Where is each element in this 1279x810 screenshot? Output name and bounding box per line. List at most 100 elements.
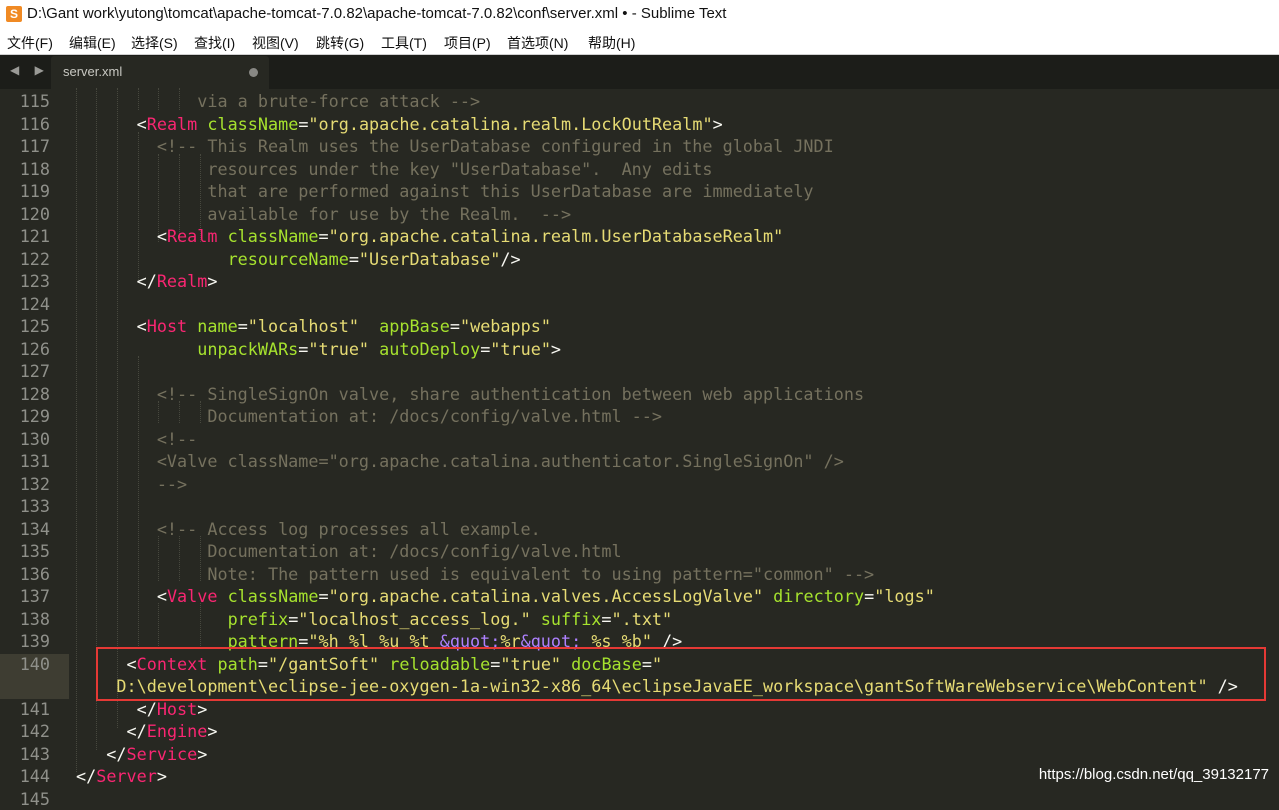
code-line[interactable]: 122 resourceName="UserDatabase"/>	[0, 248, 1279, 270]
line-number[interactable]: 130	[0, 428, 50, 450]
code-line[interactable]: 137 <Valve className="org.apache.catalin…	[0, 585, 1279, 607]
code-line[interactable]: 133	[0, 495, 1279, 517]
line-number[interactable]: 143	[0, 743, 50, 765]
code-line[interactable]: 132 -->	[0, 473, 1279, 495]
code-token: "webapps"	[460, 316, 551, 336]
code-line[interactable]: 127	[0, 360, 1279, 382]
line-number[interactable]: 121	[0, 225, 50, 247]
line-number[interactable]: 142	[0, 720, 50, 742]
line-number[interactable]: 120	[0, 203, 50, 225]
line-number[interactable]: 137	[0, 585, 50, 607]
line-number[interactable]: 125	[0, 315, 50, 337]
code-token: =	[449, 316, 460, 336]
code-line[interactable]: 120 available for use by the Realm. -->	[0, 203, 1279, 225]
code-token: <	[76, 316, 147, 336]
code-line[interactable]: 116 <Realm className="org.apache.catalin…	[0, 113, 1279, 135]
code-line[interactable]: 135 Documentation at: /docs/config/valve…	[0, 540, 1279, 562]
menu-project[interactable]: 项目(P)	[444, 33, 491, 53]
menu-preferences[interactable]: 首选项(N)	[507, 33, 568, 53]
code-line[interactable]: 121 <Realm className="org.apache.catalin…	[0, 225, 1279, 247]
menu-goto[interactable]: 跳转(G)	[316, 33, 364, 53]
line-code: -->	[76, 473, 187, 495]
code-line[interactable]: 143 </Service>	[0, 743, 1279, 765]
line-code: <Realm className="org.apache.catalina.re…	[76, 113, 723, 135]
code-line[interactable]: 136 Note: The pattern used is equivalent…	[0, 563, 1279, 585]
line-number[interactable]: 116	[0, 113, 50, 135]
line-number[interactable]: 139	[0, 630, 50, 652]
code-line[interactable]: 124	[0, 293, 1279, 315]
code-line[interactable]: 129 Documentation at: /docs/config/valve…	[0, 405, 1279, 427]
line-code: Note: The pattern used is equivalent to …	[76, 563, 874, 585]
unsaved-dot-icon[interactable]	[249, 68, 258, 77]
code-token: >	[197, 743, 208, 764]
line-number[interactable]: 128	[0, 383, 50, 405]
code-line[interactable]: 115 via a brute-force attack -->	[0, 90, 1279, 112]
tab-server-xml[interactable]: server.xml	[51, 56, 269, 89]
line-number[interactable]: 123	[0, 270, 50, 292]
menu-view[interactable]: 视图(V)	[252, 33, 299, 53]
line-number[interactable]: 133	[0, 495, 50, 517]
line-number[interactable]: 140	[0, 653, 50, 675]
tab-nav-arrows-icon[interactable]: ◀ ▶	[10, 63, 50, 77]
code-line[interactable]: 134 <!-- Access log processes all exampl…	[0, 518, 1279, 540]
menu-selection[interactable]: 选择(S)	[131, 33, 178, 53]
line-code: available for use by the Realm. -->	[76, 203, 571, 225]
code-token: "localhost"	[247, 316, 359, 336]
code-token: resources under the key "UserDatabase". …	[76, 158, 713, 179]
code-token: autoDeploy	[379, 338, 481, 359]
code-line[interactable]: 130 <!--	[0, 428, 1279, 450]
line-number[interactable]: 124	[0, 293, 50, 315]
line-number[interactable]: 118	[0, 158, 50, 180]
line-number[interactable]: 144	[0, 765, 50, 787]
code-token: =	[298, 113, 309, 134]
window-title: D:\Gant work\yutong\tomcat\apache-tomcat…	[27, 5, 727, 22]
line-code: via a brute-force attack -->	[76, 90, 480, 112]
code-token: <	[76, 586, 167, 606]
line-code: resourceName="UserDatabase"/>	[76, 248, 521, 270]
line-number[interactable]: 129	[0, 405, 50, 427]
menu-file[interactable]: 文件(F)	[7, 33, 53, 53]
line-code: <!-- This Realm uses the UserDatabase co…	[76, 135, 834, 157]
line-number[interactable]: 117	[0, 135, 50, 157]
code-line[interactable]: 131 <Valve className="org.apache.catalin…	[0, 450, 1279, 472]
code-line[interactable]: 126 unpackWARs="true" autoDeploy="true">	[0, 338, 1279, 360]
code-token: directory	[773, 586, 865, 606]
line-number[interactable]: 126	[0, 338, 50, 360]
menu-find[interactable]: 查找(I)	[194, 33, 235, 53]
line-code: that are performed against this UserData…	[76, 180, 813, 202]
line-number[interactable]: 136	[0, 563, 50, 585]
code-token: Documentation at: /docs/config/valve.htm…	[76, 406, 662, 426]
code-line[interactable]: 125 <Host name="localhost" appBase="weba…	[0, 315, 1279, 337]
code-token: unpackWARs	[197, 338, 299, 359]
line-number[interactable]: 119	[0, 180, 50, 202]
code-line[interactable]: 138 prefix="localhost_access_log." suffi…	[0, 608, 1279, 630]
line-number[interactable]: 134	[0, 518, 50, 540]
line-code: Documentation at: /docs/config/valve.htm…	[76, 540, 621, 562]
code-token: Host	[156, 698, 198, 719]
code-line[interactable]: 118 resources under the key "UserDatabas…	[0, 158, 1279, 180]
code-line[interactable]: 123 </Realm>	[0, 270, 1279, 292]
line-number[interactable]: 131	[0, 450, 50, 472]
line-code: </Engine>	[76, 720, 218, 742]
line-number[interactable]: 122	[0, 248, 50, 270]
code-token: <!-- Access log processes all example.	[76, 518, 541, 539]
line-number[interactable]: 135	[0, 540, 50, 562]
code-line[interactable]: 117 <!-- This Realm uses the UserDatabas…	[0, 135, 1279, 157]
line-number[interactable]: 127	[0, 360, 50, 382]
line-number[interactable]: 145	[0, 788, 50, 810]
code-line[interactable]: 145	[0, 788, 1279, 810]
menu-help[interactable]: 帮助(H)	[588, 33, 635, 53]
code-line[interactable]: 119 that are performed against this User…	[0, 180, 1279, 202]
line-number[interactable]: 115	[0, 90, 50, 112]
menu-edit[interactable]: 编辑(E)	[69, 33, 116, 53]
line-number[interactable]: 138	[0, 608, 50, 630]
line-number[interactable]: 132	[0, 473, 50, 495]
code-token: className	[227, 586, 319, 606]
code-line[interactable]: 142 </Engine>	[0, 720, 1279, 742]
line-number[interactable]: 141	[0, 698, 50, 720]
code-line[interactable]: 128 <!-- SingleSignOn valve, share authe…	[0, 383, 1279, 405]
menu-tools[interactable]: 工具(T)	[381, 33, 427, 53]
